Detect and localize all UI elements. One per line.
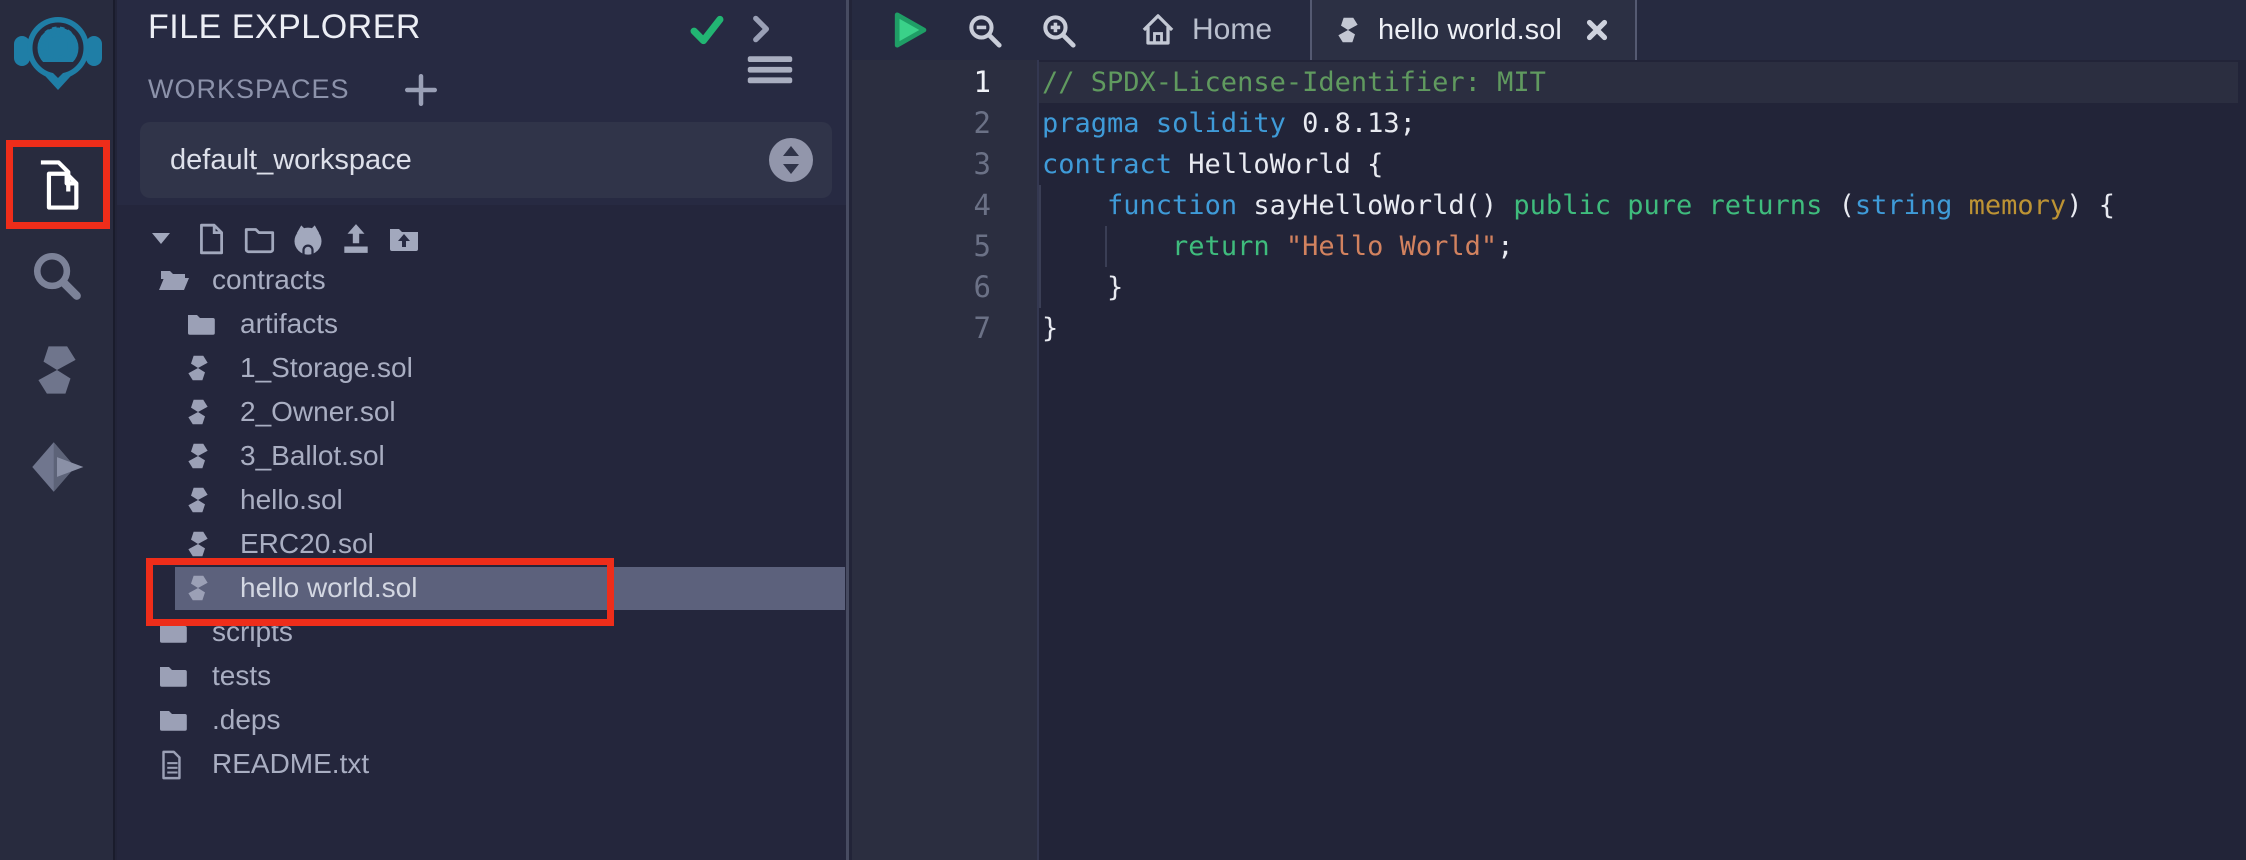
search-icon[interactable]: [29, 248, 85, 304]
activity-bar: [0, 0, 115, 860]
tab-active-label: hello world.sol: [1378, 14, 1562, 47]
code-line: }: [1042, 308, 1058, 349]
upload-file-icon[interactable]: [338, 222, 374, 256]
annotation-box-file-explorer: [6, 140, 110, 229]
folder-open-icon: [156, 265, 192, 297]
tree-item-label: 1_Storage.sol: [240, 352, 413, 384]
tree-item-label: README.txt: [212, 748, 369, 780]
code-line: }: [1042, 267, 1123, 308]
tree-item-label: artifacts: [240, 308, 338, 340]
zoom-out-icon[interactable]: [966, 12, 1004, 50]
tree-item-3-ballot-sol[interactable]: 3_Ballot.sol: [117, 434, 846, 478]
explorer-toolbar: [117, 218, 846, 262]
workspace-name: default_workspace: [170, 144, 412, 177]
deploy-and-run-icon[interactable]: [29, 438, 85, 496]
solidity-icon: [184, 485, 212, 515]
document-icon: [156, 749, 186, 781]
code-line: function sayHelloWorld() public pure ret…: [1042, 185, 2115, 226]
tree-item-2-owner-sol[interactable]: 2_Owner.sol: [117, 390, 846, 434]
tree-item-label: ERC20.sol: [240, 528, 374, 560]
tree-item-hello-sol[interactable]: hello.sol: [117, 478, 846, 522]
tree-item-label: 2_Owner.sol: [240, 396, 396, 428]
tree-item-1-storage-sol[interactable]: 1_Storage.sol: [117, 346, 846, 390]
zoom-in-icon[interactable]: [1040, 12, 1078, 50]
chevron-right-icon[interactable]: [743, 12, 777, 46]
folder-icon: [184, 309, 218, 341]
solidity-compiler-icon[interactable]: [30, 340, 84, 400]
code-line: return "Hello World";: [1042, 226, 1513, 267]
folder-icon: [156, 705, 190, 737]
add-workspace-icon[interactable]: [401, 70, 441, 110]
run-script-icon[interactable]: [890, 9, 930, 51]
line-number: 1: [852, 62, 1037, 103]
tree-item-contracts[interactable]: contracts: [117, 258, 846, 302]
gutter-divider: [1037, 60, 1039, 860]
code-line: pragma solidity 0.8.13;: [1042, 103, 1416, 144]
panel-title: FILE EXPLORER: [148, 8, 421, 47]
new-file-icon[interactable]: [194, 222, 228, 256]
solidity-icon: [184, 397, 212, 427]
solidity-icon: [184, 441, 212, 471]
sort-arrows-icon[interactable]: [768, 137, 814, 183]
check-icon[interactable]: [687, 10, 727, 50]
code-line: // SPDX-License-Identifier: MIT: [1042, 62, 1546, 103]
line-number: 3: [852, 144, 1037, 185]
line-number: 7: [852, 308, 1037, 349]
tree-item-label: contracts: [212, 264, 326, 296]
line-number: 5: [852, 226, 1037, 267]
file-explorer-panel: FILE EXPLORER WORKSPACES default_workspa…: [117, 0, 849, 860]
upload-folder-icon[interactable]: [386, 222, 422, 254]
workspace-selector[interactable]: default_workspace: [140, 122, 832, 198]
solidity-file-icon: [1334, 14, 1362, 46]
tree-item-artifacts[interactable]: artifacts: [117, 302, 846, 346]
close-icon[interactable]: [1582, 15, 1612, 45]
tab-home[interactable]: Home: [1114, 0, 1296, 60]
tree-item-label: tests: [212, 660, 271, 692]
line-number: 4: [852, 185, 1037, 226]
caret-down-icon[interactable]: [145, 222, 177, 254]
folder-icon: [156, 661, 190, 693]
editor-area: Home hello world.sol 1// SPDX-License-Id…: [852, 0, 2246, 860]
code-line: contract HelloWorld {: [1042, 144, 1383, 185]
tree-item-label: hello.sol: [240, 484, 343, 516]
line-number: 2: [852, 103, 1037, 144]
github-icon[interactable]: [290, 222, 326, 258]
home-icon: [1138, 10, 1178, 50]
solidity-icon: [184, 353, 212, 383]
tree-item-tests[interactable]: tests: [117, 654, 846, 698]
tab-home-label: Home: [1192, 13, 1272, 47]
hamburger-menu-icon[interactable]: [745, 52, 795, 88]
file-tree: contracts artifacts 1_Storage.sol 2_Owner.s…: [117, 258, 846, 786]
solidity-icon: [184, 529, 212, 559]
tree-item--deps[interactable]: .deps: [117, 698, 846, 742]
tree-item-label: .deps: [212, 704, 281, 736]
editor-tabbar: Home hello world.sol: [852, 0, 2246, 60]
tree-item-label: 3_Ballot.sol: [240, 440, 385, 472]
tree-item-readme-txt[interactable]: README.txt: [117, 742, 846, 786]
annotation-box-hello-world: [146, 558, 614, 626]
indent-guide: [1039, 185, 1041, 308]
workspaces-label: WORKSPACES: [148, 74, 350, 105]
new-folder-icon[interactable]: [242, 222, 278, 256]
line-number: 6: [852, 267, 1037, 308]
remix-logo-icon[interactable]: [13, 6, 103, 94]
code-editor[interactable]: 1// SPDX-License-Identifier: MIT2pragma …: [852, 60, 2246, 860]
tab-hello-world-sol[interactable]: hello world.sol: [1310, 0, 1637, 60]
